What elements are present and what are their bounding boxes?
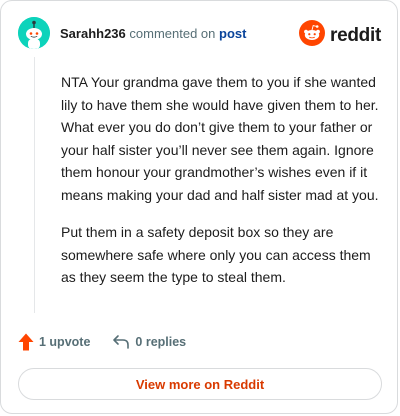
comment-meta: Sarahh236 commented on post [60,26,246,41]
reddit-wordmark: reddit [330,24,381,46]
comment-paragraph: NTA Your grandma gave them to you if she… [61,74,379,203]
upvote-arrow-icon [18,333,39,351]
thread-line [34,57,35,313]
post-link[interactable]: post [219,26,246,41]
upvote-button[interactable]: 1 upvote [18,333,90,351]
reply-count: 0 replies [135,335,187,349]
comment-body: NTA Your grandma gave them to you if she… [61,71,383,304]
comment-actions: 1 upvote 0 replies [18,333,186,351]
reply-button[interactable]: 0 replies [112,334,186,350]
reddit-logo-icon [299,20,326,51]
snoo-avatar-icon[interactable] [18,17,50,49]
comment-header: Sarahh236 commented on post reddit [18,17,381,49]
commented-on-text: commented on [129,25,216,41]
reddit-brand[interactable]: reddit [299,20,381,51]
comment-embed-card: Sarahh236 commented on post reddit NTA Y… [0,0,398,414]
username[interactable]: Sarahh236 [60,26,126,41]
comment-paragraph: Put them in a safety deposit box so they… [61,224,371,285]
upvote-count: 1 upvote [39,335,91,349]
view-more-button[interactable]: View more on Reddit [18,368,382,400]
reply-arrow-icon [112,334,135,350]
